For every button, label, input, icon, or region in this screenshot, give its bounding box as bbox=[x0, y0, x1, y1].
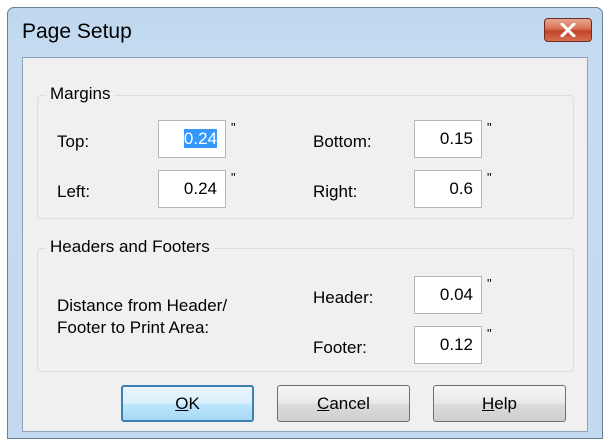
top-margin-input[interactable]: 0.24 bbox=[158, 120, 226, 158]
bottom-unit: " bbox=[487, 120, 492, 135]
right-margin-input[interactable]: 0.6 bbox=[414, 170, 482, 208]
header-label: Header: bbox=[313, 288, 374, 307]
header-distance-input[interactable]: 0.04 bbox=[414, 276, 482, 314]
distance-description-line2: Footer to Print Area: bbox=[57, 318, 210, 337]
left-unit: " bbox=[231, 170, 236, 185]
header-unit: " bbox=[487, 276, 492, 291]
help-button[interactable]: Help bbox=[433, 385, 566, 422]
distance-description-line1: Distance from Header/ bbox=[57, 296, 228, 315]
left-margin-input[interactable]: 0.24 bbox=[158, 170, 226, 208]
ok-button[interactable]: OK bbox=[121, 385, 254, 422]
footer-distance-input[interactable]: 0.12 bbox=[414, 326, 482, 364]
right-label: Right: bbox=[313, 182, 358, 201]
margins-group-label: Margins bbox=[46, 84, 115, 104]
margins-group: Margins bbox=[37, 84, 574, 219]
left-label: Left: bbox=[57, 182, 91, 201]
right-unit: " bbox=[487, 170, 492, 185]
close-x-icon bbox=[560, 23, 576, 37]
cancel-button[interactable]: Cancel bbox=[277, 385, 410, 422]
headers-footers-group-label: Headers and Footers bbox=[46, 237, 214, 257]
dialog-body: Margins Top: 0.24 " Left: 0.24 " Bottom:… bbox=[22, 57, 588, 432]
page-setup-dialog: Page Setup Margins Top: 0.24 " Left: 0.2… bbox=[7, 7, 603, 439]
footer-unit: " bbox=[487, 326, 492, 341]
footer-label: Footer: bbox=[313, 338, 367, 357]
bottom-label: Bottom: bbox=[313, 132, 372, 151]
close-button[interactable] bbox=[544, 18, 592, 42]
top-unit: " bbox=[231, 120, 236, 135]
top-label: Top: bbox=[57, 132, 90, 151]
bottom-margin-input[interactable]: 0.15 bbox=[414, 120, 482, 158]
dialog-title: Page Setup bbox=[22, 20, 132, 43]
